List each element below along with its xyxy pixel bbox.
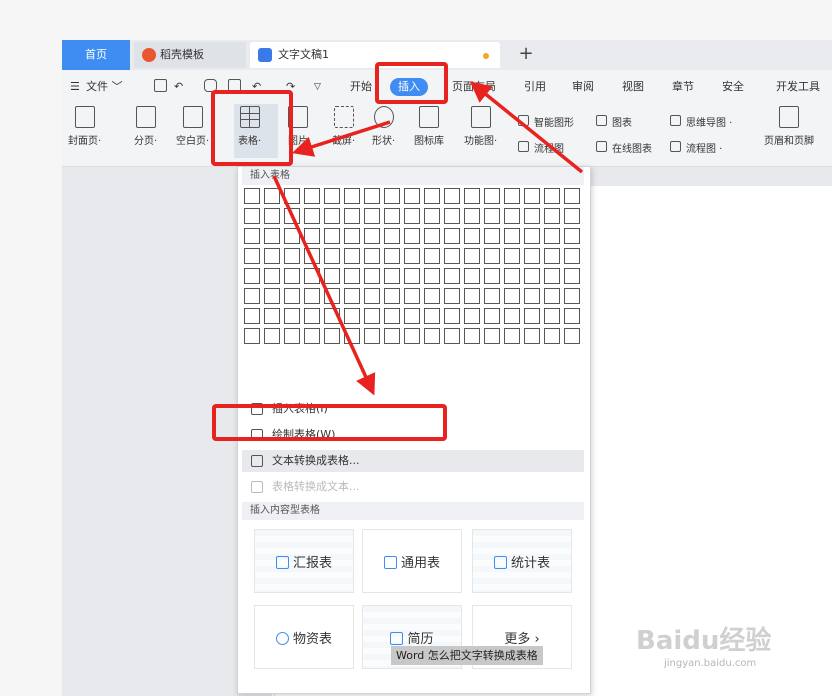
annotation-arrows — [272, 81, 584, 396]
arrow-to-insert — [469, 81, 584, 174]
arrow-to-table — [291, 120, 391, 157]
baidu-watermark-url: jingyan.baidu.com — [664, 658, 757, 669]
arrow-to-convert — [272, 175, 376, 396]
baidu-watermark: Baidu经验 — [636, 626, 772, 656]
